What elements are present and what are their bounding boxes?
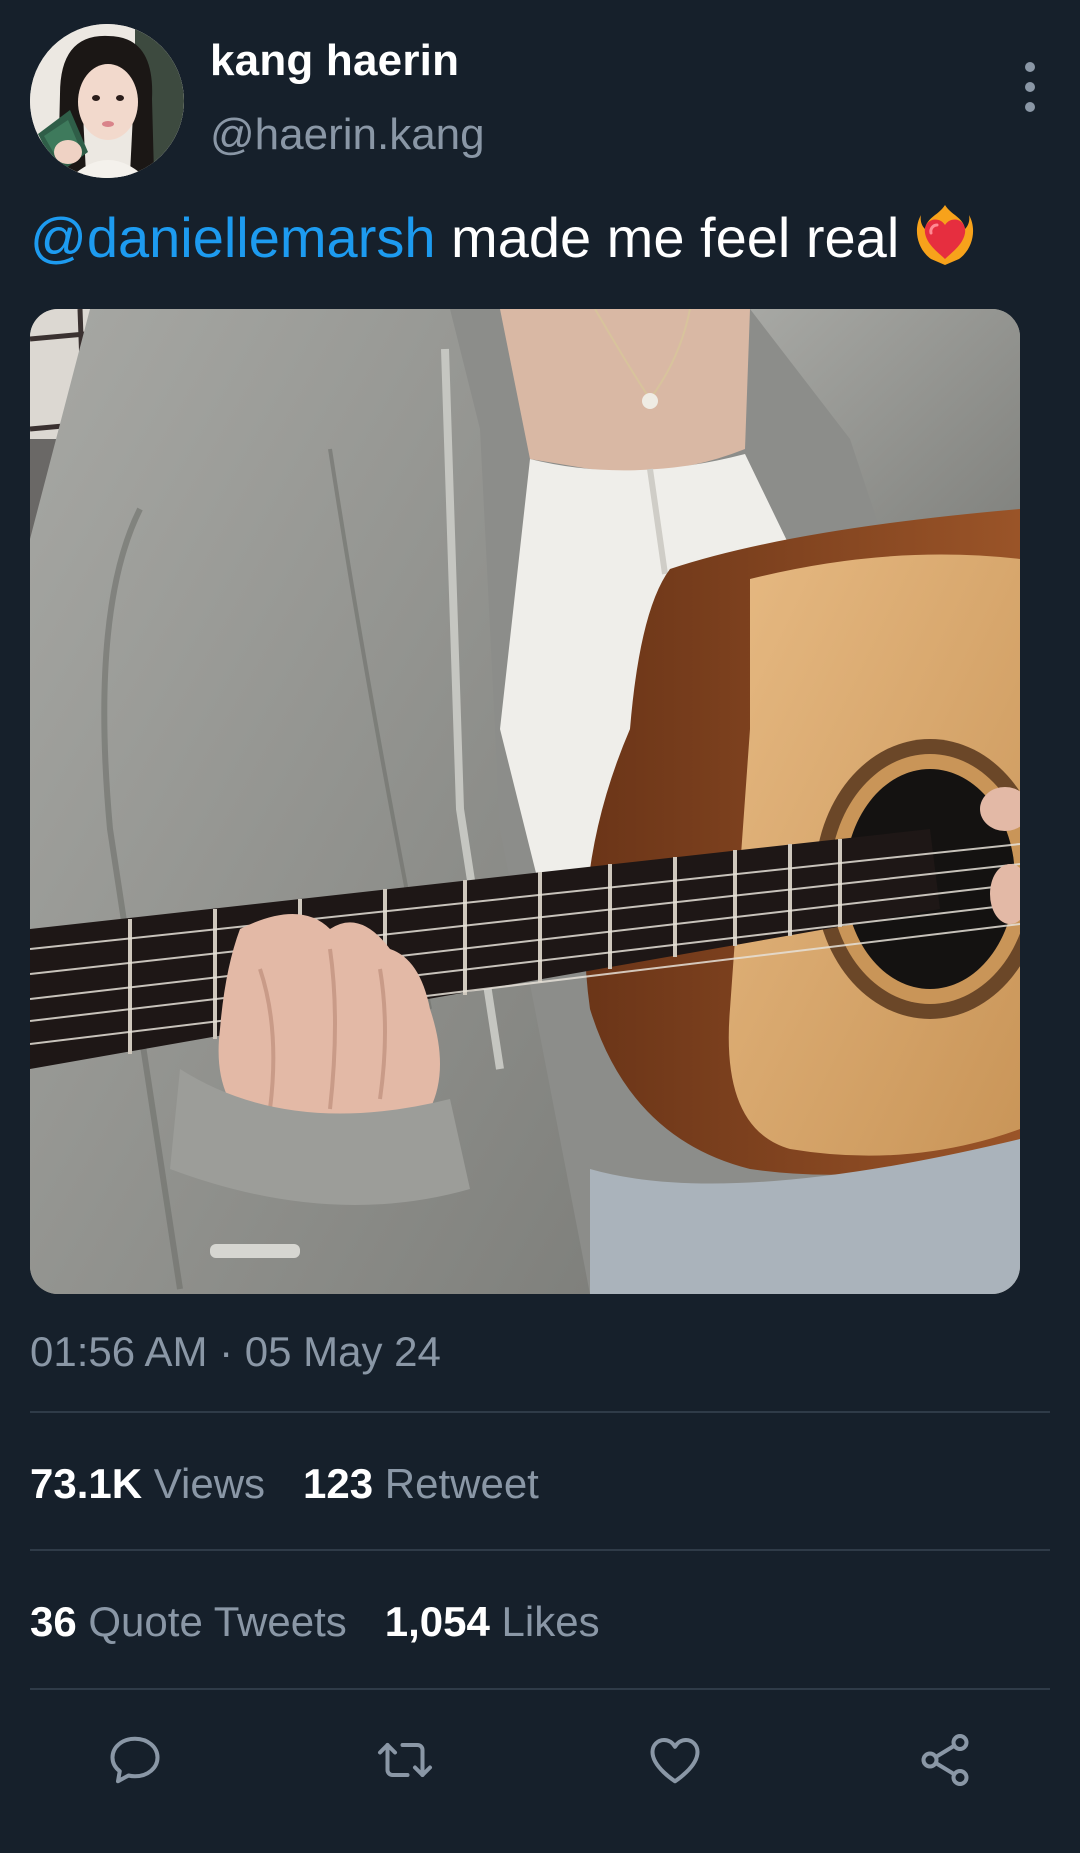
- divider: [30, 1411, 1050, 1413]
- views-stat[interactable]: 73.1K Views: [30, 1460, 265, 1508]
- tweet-timestamp: 01:56 AM · 05 May 24: [30, 1328, 441, 1375]
- reply-button[interactable]: [75, 1700, 195, 1820]
- retweet-button[interactable]: [345, 1700, 465, 1820]
- retweet-icon: [378, 1743, 432, 1777]
- quote-tweets-stat[interactable]: 36 Quote Tweets: [30, 1598, 347, 1646]
- retweet-label: Retweet: [373, 1460, 539, 1507]
- likes-label: Likes: [489, 1598, 600, 1645]
- likes-count: 1,054: [384, 1598, 490, 1645]
- tweet-header: kang haerin @haerin.kang: [30, 24, 1050, 180]
- like-button[interactable]: [615, 1700, 735, 1820]
- tweet-text: @daniellemarsh made me feel real: [30, 198, 1050, 278]
- views-label: Views: [142, 1460, 266, 1507]
- stats-row-quotes-likes: 36 Quote Tweets 1,054 Likes: [30, 1598, 638, 1646]
- display-name[interactable]: kang haerin: [210, 36, 459, 86]
- divider: [30, 1688, 1050, 1690]
- share-button[interactable]: [885, 1700, 1005, 1820]
- tweet-media-image[interactable]: [30, 309, 1020, 1294]
- retweets-stat[interactable]: 123 Retweet: [303, 1460, 539, 1508]
- share-icon: [921, 1734, 969, 1786]
- likes-stat[interactable]: 1,054 Likes: [385, 1598, 600, 1646]
- avatar[interactable]: [30, 24, 184, 178]
- stats-row-views-retweets: 73.1K Views 123 Retweet: [30, 1460, 577, 1508]
- more-vertical-icon: [1025, 62, 1035, 112]
- tweet-action-bar: [0, 1700, 1080, 1820]
- quote-count: 36: [30, 1598, 77, 1645]
- quote-label: Quote Tweets: [76, 1598, 347, 1645]
- more-options-button[interactable]: [1010, 52, 1050, 122]
- user-handle[interactable]: @haerin.kang: [210, 110, 485, 160]
- heart-icon: [650, 1738, 700, 1784]
- tweet-body: made me feel real: [435, 206, 915, 269]
- heart-on-fire-icon: [916, 205, 973, 265]
- retweet-count: 123: [303, 1460, 374, 1507]
- divider: [30, 1549, 1050, 1551]
- reply-icon: [110, 1736, 160, 1784]
- views-count: 73.1K: [30, 1460, 143, 1507]
- mention-link[interactable]: @daniellemarsh: [30, 206, 435, 269]
